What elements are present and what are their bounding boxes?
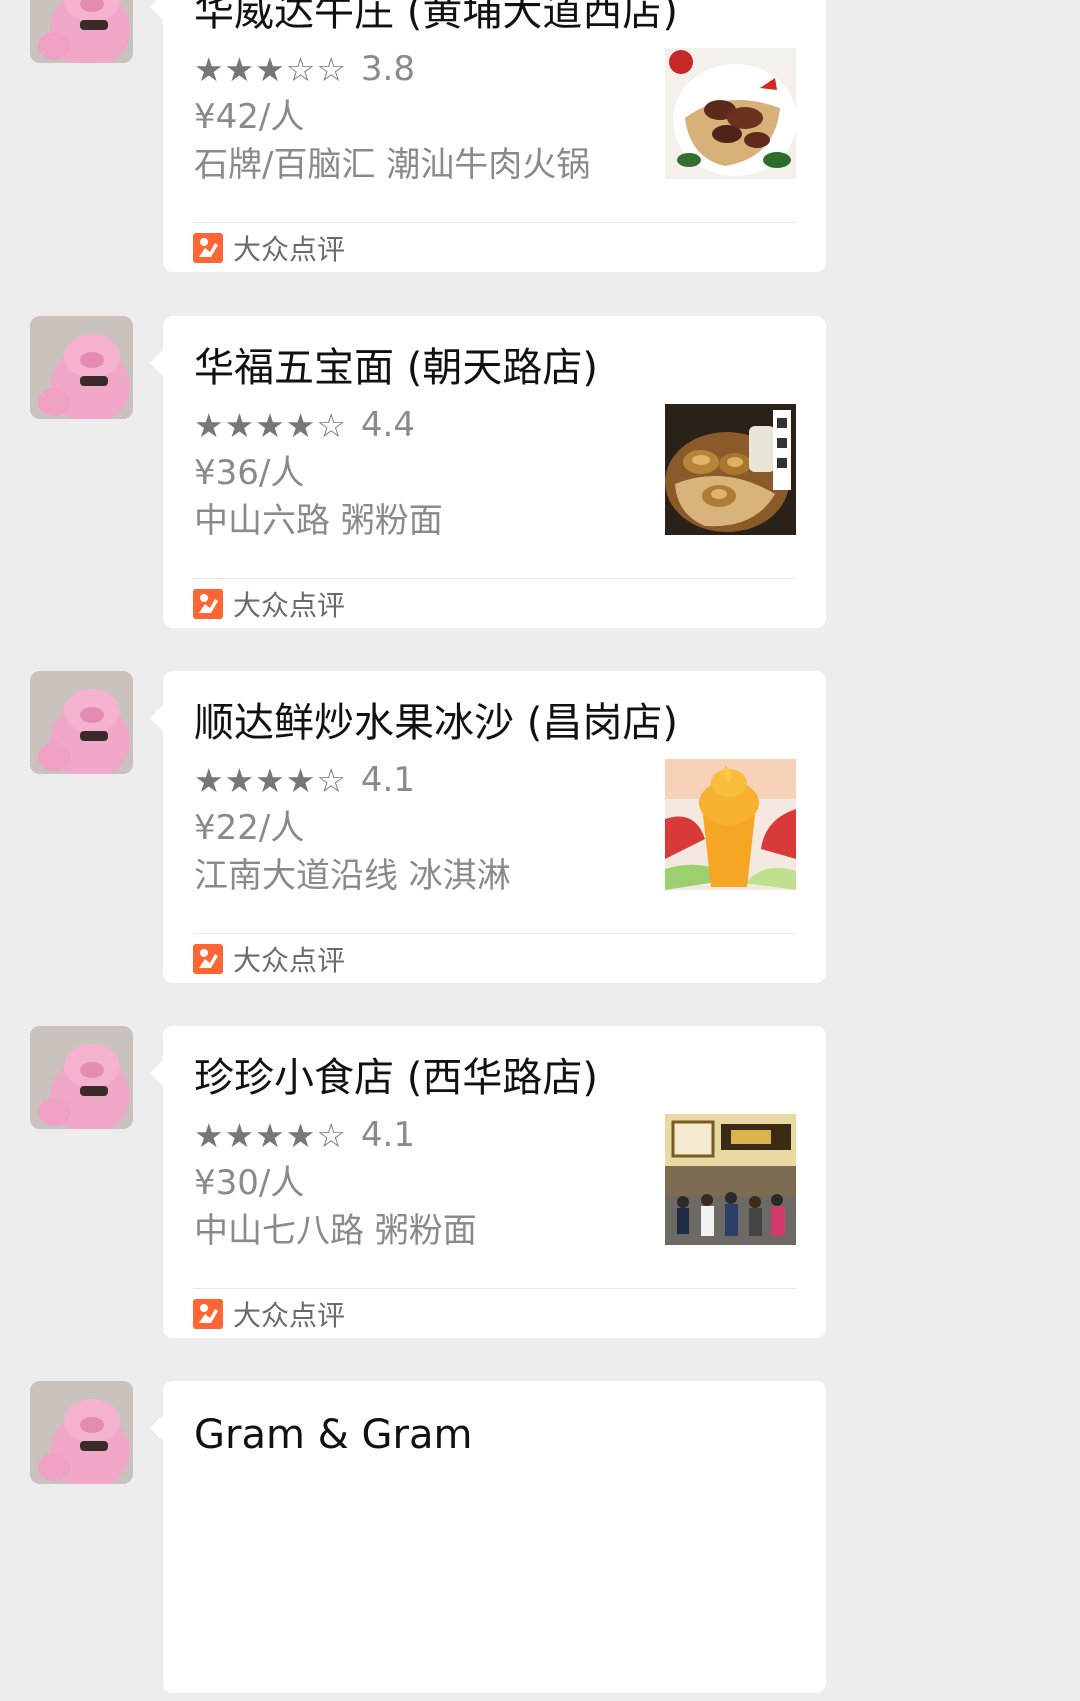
dianping-logo-icon (193, 1299, 223, 1329)
restaurant-card[interactable]: 珍珍小食店 (西华路店) ★★★★☆ 4.1 ¥30/人 中山七八路 粥粉面 大… (150, 1026, 826, 1338)
chat-message: 珍珍小食店 (西华路店) ★★★★☆ 4.1 ¥30/人 中山七八路 粥粉面 大… (0, 1026, 1080, 1346)
chat-message: 顺达鲜炒水果冰沙 (昌岗店) ★★★★☆ 4.1 ¥22/人 江南大道沿线 冰淇… (0, 671, 1080, 991)
shop-name: 珍珍小食店 (西华路店) (194, 1055, 598, 1101)
source-label: 大众点评 (233, 1299, 346, 1332)
rating-score: 4.1 (360, 760, 415, 800)
chat-feed: 华威达牛庄 (黄埔大道西店) ★★★☆☆ 3.8 ¥42/人 石牌/百脑汇 潮汕… (0, 0, 1080, 1693)
star-rating-icon: ★★★★☆ (194, 760, 347, 800)
source-row: 大众点评 (193, 1294, 345, 1334)
star-rating-icon: ★★★★☆ (194, 1115, 347, 1155)
shop-name: 华威达牛庄 (黄埔大道西店) (194, 0, 678, 35)
chat-message: 华福五宝面 (朝天路店) ★★★★☆ 4.4 ¥36/人 中山六路 粥粉面 大众… (0, 316, 1080, 636)
source-label: 大众点评 (233, 589, 346, 622)
price-per-person: ¥30/人 (194, 1163, 305, 1203)
area-and-category: 中山七八路 粥粉面 (194, 1211, 477, 1251)
storefront-crowd-photo-icon (665, 1114, 796, 1245)
rating-row: ★★★☆☆ 3.8 (194, 46, 415, 92)
price-per-person: ¥42/人 (194, 97, 305, 137)
divider (193, 578, 796, 579)
shop-name: Gram & Gram (194, 1412, 473, 1458)
rating-row: ★★★★☆ 4.1 (194, 1112, 415, 1158)
divider (193, 222, 796, 223)
divider (193, 1288, 796, 1289)
beef-noodle-photo-icon (665, 48, 796, 179)
mango-smoothie-photo-icon (665, 759, 796, 890)
rating-score: 3.8 (360, 49, 415, 89)
shop-name: 华福五宝面 (朝天路店) (194, 345, 598, 391)
shop-name: 顺达鲜炒水果冰沙 (昌岗店) (194, 700, 678, 746)
avatar[interactable] (30, 671, 133, 774)
rating-score: 4.1 (360, 1115, 415, 1155)
source-row: 大众点评 (193, 939, 345, 979)
avatar[interactable] (30, 316, 133, 419)
rating-row: ★★★★☆ 4.4 (194, 402, 415, 448)
area-and-category: 江南大道沿线 冰淇淋 (194, 856, 511, 896)
avatar[interactable] (30, 1026, 133, 1129)
avatar[interactable] (30, 0, 133, 63)
chat-message: Gram & Gram (0, 1381, 1080, 1701)
source-label: 大众点评 (233, 233, 346, 266)
source-label: 大众点评 (233, 944, 346, 977)
chat-message: 华威达牛庄 (黄埔大道西店) ★★★☆☆ 3.8 ¥42/人 石牌/百脑汇 潮汕… (0, 0, 1080, 280)
avatar[interactable] (30, 1381, 133, 1484)
price-per-person: ¥36/人 (194, 453, 305, 493)
dianping-logo-icon (193, 589, 223, 619)
star-rating-icon: ★★★☆☆ (194, 49, 347, 89)
dianping-logo-icon (193, 233, 223, 263)
rating-score: 4.4 (360, 405, 415, 445)
star-rating-icon: ★★★★☆ (194, 405, 347, 445)
rating-row: ★★★★☆ 4.1 (194, 757, 415, 803)
source-row: 大众点评 (193, 228, 345, 268)
restaurant-card[interactable]: 顺达鲜炒水果冰沙 (昌岗店) ★★★★☆ 4.1 ¥22/人 江南大道沿线 冰淇… (150, 671, 826, 983)
price-per-person: ¥22/人 (194, 808, 305, 848)
area-and-category: 石牌/百脑汇 潮汕牛肉火锅 (194, 145, 591, 185)
area-and-category: 中山六路 粥粉面 (194, 501, 443, 541)
restaurant-card[interactable]: Gram & Gram (150, 1381, 826, 1693)
source-row: 大众点评 (193, 584, 345, 624)
abalone-noodle-photo-icon (665, 404, 796, 535)
restaurant-card[interactable]: 华威达牛庄 (黄埔大道西店) ★★★☆☆ 3.8 ¥42/人 石牌/百脑汇 潮汕… (150, 0, 826, 272)
restaurant-card[interactable]: 华福五宝面 (朝天路店) ★★★★☆ 4.4 ¥36/人 中山六路 粥粉面 大众… (150, 316, 826, 628)
dianping-logo-icon (193, 944, 223, 974)
divider (193, 933, 796, 934)
